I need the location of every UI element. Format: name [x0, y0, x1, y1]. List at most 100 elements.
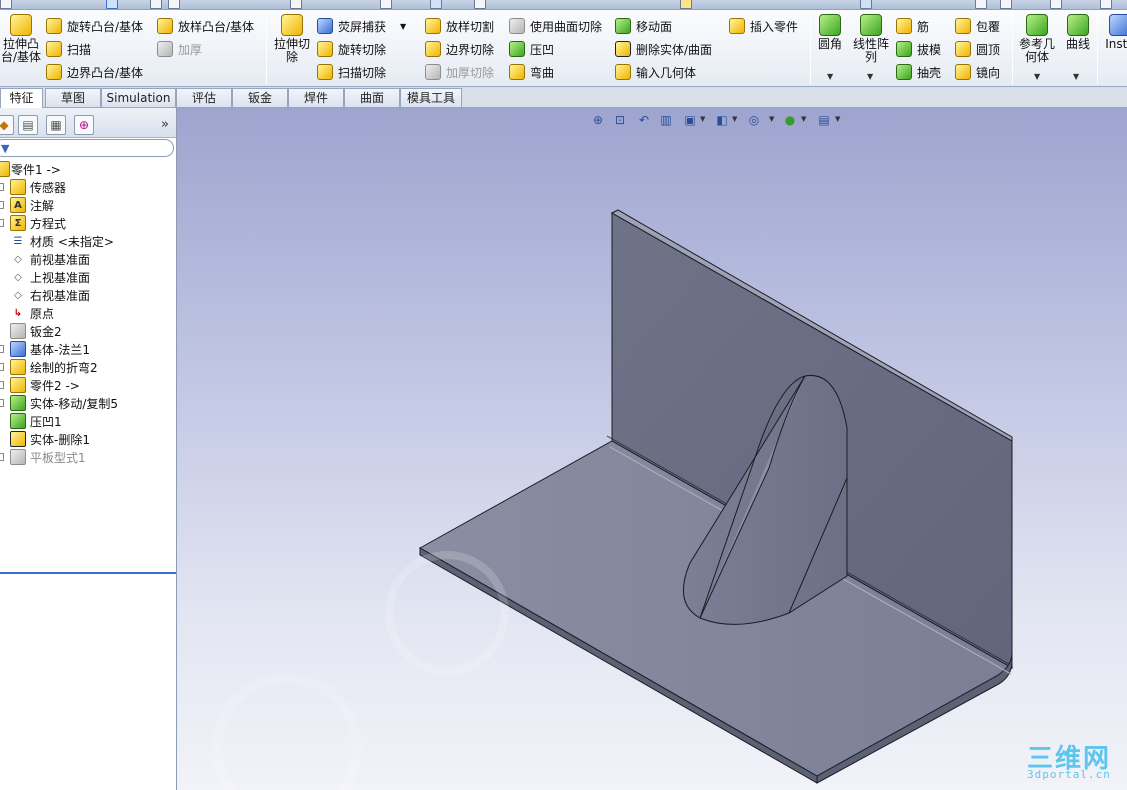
draft-button[interactable]: 拔模 — [896, 39, 941, 59]
graphics-area[interactable]: ⊕ ⊡ ↶ ▥ ▣ ▼ ◧ ▼ ◎ ▼ ● ▼ ▤ ▼ 三维网 3dportal… — [177, 108, 1127, 790]
rollback-bar[interactable] — [0, 572, 176, 574]
tree-item-delete-body[interactable]: 实体-删除1 — [0, 430, 176, 448]
curves-icon — [1067, 14, 1089, 36]
delete-body-button[interactable]: 删除实体/曲面 — [615, 39, 712, 59]
property-manager-tab-icon[interactable]: ▤ — [18, 115, 38, 135]
base-flange-icon — [10, 341, 26, 357]
plane-icon: ◇ — [14, 253, 22, 265]
wrap-button[interactable]: 包覆 — [955, 16, 1000, 36]
panel-toolbar: ◆ ▤ ▦ ⊕ » — [0, 108, 176, 138]
tree-item-move-copy[interactable]: 实体-移动/复制5 — [0, 394, 176, 412]
extrude-boss-button[interactable]: 拉伸凸 台/基体 — [0, 14, 42, 64]
dome-button[interactable]: 圆顶 — [955, 39, 1000, 59]
sweep-cut-button[interactable]: 扫描切除 — [317, 62, 386, 82]
tree-item-sensors[interactable]: 传感器 — [0, 178, 176, 196]
toolbar-icon[interactable] — [860, 0, 872, 9]
toolbar-icon[interactable] — [680, 0, 692, 9]
shell-button[interactable]: 抽壳 — [896, 62, 941, 82]
tab-surfaces[interactable]: 曲面 — [344, 88, 400, 107]
tab-evaluate[interactable]: 评估 — [176, 88, 232, 107]
tree-item-sketched-bend[interactable]: 绘制的折弯2 — [0, 358, 176, 376]
expand-toggle[interactable] — [0, 453, 4, 461]
save-icon[interactable] — [0, 0, 12, 9]
sheet-metal-model[interactable] — [177, 108, 1127, 790]
import-geometry-button[interactable]: 输入几何体 — [615, 62, 696, 82]
expand-toggle[interactable] — [0, 183, 4, 191]
tab-simulation[interactable]: Simulation — [101, 88, 176, 107]
chevron-down-icon[interactable]: ▼ — [867, 72, 873, 81]
expand-toggle[interactable] — [0, 399, 4, 407]
indent-button[interactable]: 压凹 — [509, 39, 554, 59]
tree-item-part1[interactable]: 零件1 -> — [0, 160, 176, 178]
tree-item-indent[interactable]: 压凹1 — [0, 412, 176, 430]
view-icon[interactable] — [150, 0, 162, 9]
linear-pattern-button[interactable]: 线性阵 列 — [850, 14, 892, 64]
tree-item-annotations[interactable]: A 注解 — [0, 196, 176, 214]
chevron-down-icon[interactable]: ▼ — [1034, 72, 1040, 81]
thicken-button[interactable]: 加厚 — [157, 39, 202, 59]
boundary-boss-button[interactable]: 边界凸台/基体 — [46, 62, 143, 82]
chevron-down-icon[interactable]: ▼ — [400, 22, 406, 31]
annotation-icon: A — [10, 197, 26, 213]
dimxpert-tab-icon[interactable]: ⊕ — [74, 115, 94, 135]
toolbar-icon[interactable] — [975, 0, 987, 9]
dome-icon — [955, 41, 971, 57]
screen-capture-button[interactable]: 荧屏捕获 ▼ — [317, 16, 406, 36]
revolve-boss-button[interactable]: 旋转凸台/基体 — [46, 16, 143, 36]
curves-button[interactable]: 曲线 — [1062, 14, 1094, 51]
extrude-cut-button[interactable]: 拉伸切 除 — [271, 14, 313, 64]
thicken-cut-button[interactable]: 加厚切除 — [425, 62, 494, 82]
toolbar-icon[interactable] — [1100, 0, 1112, 9]
chevron-down-icon[interactable]: ▼ — [827, 72, 833, 81]
toolbar-icon[interactable] — [474, 0, 486, 9]
rib-button[interactable]: 筋 — [896, 16, 929, 36]
tree-item-part2[interactable]: 零件2 -> — [0, 376, 176, 394]
instant3d-button[interactable]: Insta — [1100, 14, 1127, 51]
insert-part-button[interactable]: 插入零件 — [729, 16, 798, 36]
revolve-cut-button[interactable]: 旋转切除 — [317, 39, 386, 59]
toolbar-icon[interactable] — [430, 0, 442, 9]
sweep-button[interactable]: 扫描 — [46, 39, 91, 59]
move-face-button[interactable]: 移动面 — [615, 16, 672, 36]
mirror-button[interactable]: 镜向 — [955, 62, 1000, 82]
expand-toggle[interactable] — [0, 345, 4, 353]
tree-item-sheet-metal[interactable]: 钣金2 — [0, 322, 176, 340]
boundary-cut-button[interactable]: 边界切除 — [425, 39, 494, 59]
feature-manager-tab-icon[interactable]: ◆ — [0, 115, 14, 135]
loft-boss-button[interactable]: 放样凸台/基体 — [157, 16, 254, 36]
toolbar-icon[interactable] — [290, 0, 302, 9]
tree-item-equations[interactable]: Σ 方程式 — [0, 214, 176, 232]
tree-item-base-flange[interactable]: 基体-法兰1 — [0, 340, 176, 358]
expand-toggle[interactable] — [0, 219, 4, 227]
tree-item-flat-pattern[interactable]: 平板型式1 — [0, 448, 176, 466]
tree-filter-input[interactable]: ▼ — [0, 139, 174, 157]
tree-item-front-plane[interactable]: ◇ 前视基准面 — [0, 250, 176, 268]
select-icon[interactable] — [106, 0, 118, 9]
tree-item-right-plane[interactable]: ◇ 右视基准面 — [0, 286, 176, 304]
configuration-manager-tab-icon[interactable]: ▦ — [46, 115, 66, 135]
expand-toggle[interactable] — [0, 201, 4, 209]
toolbar-icon[interactable] — [380, 0, 392, 9]
thicken-icon — [157, 41, 173, 57]
material-icon: ☰ — [13, 235, 23, 247]
tree-item-origin[interactable]: ↳ 原点 — [0, 304, 176, 322]
expand-toggle[interactable] — [0, 381, 4, 389]
tree-item-material[interactable]: ☰ 材质 <未指定> — [0, 232, 176, 250]
tab-sketch[interactable]: 草图 — [45, 88, 101, 107]
fillet-button[interactable]: 圆角 — [814, 14, 846, 51]
toolbar-icon[interactable] — [1050, 0, 1062, 9]
tab-mold-tools[interactable]: 模具工具 — [400, 88, 462, 107]
tree-item-top-plane[interactable]: ◇ 上视基准面 — [0, 268, 176, 286]
tab-weldments[interactable]: 焊件 — [288, 88, 344, 107]
reference-geometry-button[interactable]: 参考几 何体 — [1016, 14, 1058, 64]
expand-toggle[interactable] — [0, 363, 4, 371]
tab-features[interactable]: 特征 — [0, 88, 43, 108]
flex-button[interactable]: 弯曲 — [509, 62, 554, 82]
loft-cut-button[interactable]: 放样切割 — [425, 16, 494, 36]
tab-sheet-metal[interactable]: 钣金 — [232, 88, 288, 107]
panel-expand-chevron[interactable]: » — [161, 117, 169, 132]
chevron-down-icon[interactable]: ▼ — [1073, 72, 1079, 81]
toolbar-icon[interactable] — [1000, 0, 1012, 9]
cut-with-surface-button[interactable]: 使用曲面切除 — [509, 16, 602, 36]
window-icon[interactable] — [168, 0, 180, 9]
